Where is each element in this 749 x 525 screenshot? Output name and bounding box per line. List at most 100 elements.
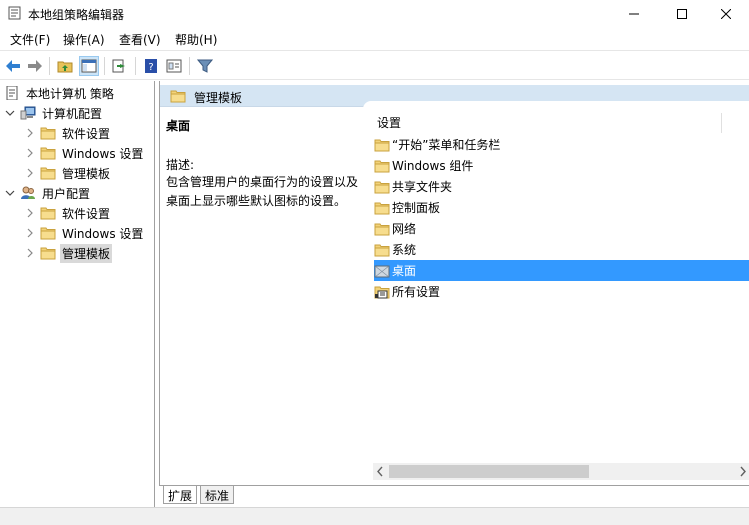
description-text-line-1: 包含管理用户的桌面行为的设置以及 <box>166 175 359 189</box>
tab-standard[interactable]: 标准 <box>200 486 235 504</box>
tree-node-uc-admin-templates[interactable]: 管理模板 <box>24 243 113 263</box>
list-item-windows-components[interactable]: Windows 组件 <box>374 155 749 176</box>
tree-node-cc-admin-templates[interactable]: 管理模板 <box>24 163 112 183</box>
tree-node-uc-software-settings[interactable]: 软件设置 <box>24 203 112 223</box>
properties-button[interactable] <box>164 56 184 76</box>
tree-node-cc-windows-settings[interactable]: Windows 设置 <box>24 143 145 163</box>
tree-label: 软件设置 <box>62 206 111 221</box>
minimize-button[interactable] <box>611 0 657 28</box>
list-item-all-settings[interactable]: 所有设置 <box>374 281 749 302</box>
view-tabs: 扩展 标准 <box>159 485 749 507</box>
status-bar <box>0 507 749 525</box>
chevron-down-icon[interactable] <box>4 107 16 119</box>
toolbar-separator <box>135 57 136 75</box>
list-item-network[interactable]: 网络 <box>374 218 749 239</box>
scroll-left-icon[interactable] <box>376 466 384 477</box>
tree-label: Windows 设置 <box>62 146 144 161</box>
description-title: 桌面 <box>166 119 191 133</box>
tree-node-computer-config[interactable]: 计算机配置 <box>4 103 104 123</box>
folder-icon <box>374 159 390 173</box>
show-hide-console-tree-button[interactable] <box>79 56 99 76</box>
list-item-label: Windows 组件 <box>392 159 474 173</box>
details-pane: 管理模板 桌面 描述: 包含管理用户的桌面行为的设置以及 桌面上显示哪些默认图标… <box>159 81 749 485</box>
chevron-right-icon[interactable] <box>24 147 36 159</box>
chevron-right-icon[interactable] <box>24 247 36 259</box>
list-item-label: 共享文件夹 <box>392 180 453 194</box>
back-arrow-icon <box>6 60 20 72</box>
help-icon: ? <box>145 59 157 73</box>
computer-icon <box>20 106 36 120</box>
list-item-start-menu[interactable]: “开始”菜单和任务栏 <box>374 134 749 155</box>
forward-button[interactable] <box>25 56 45 76</box>
folder-icon <box>374 180 390 194</box>
forward-arrow-icon <box>28 60 42 72</box>
window-title: 本地组策略编辑器 <box>28 8 125 22</box>
tree-label: 计算机配置 <box>42 106 103 121</box>
scroll-right-icon[interactable] <box>739 466 747 477</box>
tree-label: 管理模板 <box>62 166 111 181</box>
tree-node-uc-windows-settings[interactable]: Windows 设置 <box>24 223 145 243</box>
column-header-setting[interactable]: 设置 <box>377 114 401 131</box>
list-item-label: “开始”菜单和任务栏 <box>392 138 501 152</box>
description-panel: 桌面 描述: 包含管理用户的桌面行为的设置以及 桌面上显示哪些默认图标的设置。 <box>166 117 362 211</box>
settings-list: 设置 “开始”菜单和任务栏 Windows 组件 共享文件夹 控制面板 网络 系… <box>363 101 749 485</box>
menu-file[interactable]: 文件(F) <box>8 31 52 48</box>
filter-button[interactable] <box>195 56 215 76</box>
chevron-down-icon[interactable] <box>4 187 16 199</box>
list-item-system[interactable]: 系统 <box>374 239 749 260</box>
description-text-line-2: 桌面上显示哪些默认图标的设置。 <box>166 194 347 208</box>
folder-icon <box>374 243 390 257</box>
tree-label: 软件设置 <box>62 126 111 141</box>
users-icon <box>20 186 36 200</box>
menu-bar: 文件(F) 操作(A) 查看(V) 帮助(H) <box>0 28 749 50</box>
list-item-desktop[interactable]: 桌面 <box>374 260 749 281</box>
folder-selected-icon <box>374 264 390 278</box>
export-list-button[interactable] <box>110 56 130 76</box>
list-item-label: 桌面 <box>392 264 417 278</box>
export-list-icon <box>112 59 125 73</box>
list-item-shared-folders[interactable]: 共享文件夹 <box>374 176 749 197</box>
menu-view[interactable]: 查看(V) <box>117 31 163 48</box>
list-item-label: 控制面板 <box>392 201 441 215</box>
folder-icon <box>374 138 390 152</box>
column-divider[interactable] <box>721 113 722 133</box>
tree-node-cc-software-settings[interactable]: 软件设置 <box>24 123 112 143</box>
tree-label: 本地计算机 策略 <box>26 86 114 101</box>
folder-icon <box>170 90 186 103</box>
menu-action[interactable]: 操作(A) <box>61 31 107 48</box>
tree-node-user-config[interactable]: 用户配置 <box>4 183 92 203</box>
toolbar-separator <box>104 57 105 75</box>
policy-editor-icon <box>8 6 21 20</box>
help-button[interactable]: ? <box>141 56 161 76</box>
up-level-button[interactable] <box>55 56 75 76</box>
toolbar-separator <box>49 57 50 75</box>
folder-icon <box>374 201 390 215</box>
console-tree-icon <box>81 59 97 73</box>
menu-help[interactable]: 帮助(H) <box>173 31 219 48</box>
maximize-button[interactable] <box>659 0 705 28</box>
close-icon <box>721 9 731 19</box>
tab-extended[interactable]: 扩展 <box>163 486 198 504</box>
close-button[interactable] <box>703 0 749 28</box>
chevron-right-icon[interactable] <box>24 167 36 179</box>
folder-icon <box>40 206 56 220</box>
chevron-right-icon[interactable] <box>24 127 36 139</box>
maximize-icon <box>677 9 687 19</box>
title-bar: 本地组策略编辑器 <box>0 0 749 28</box>
console-tree: 本地计算机 策略 计算机配置 软件设置 Windows 设置 管理模板 用户配置… <box>0 81 155 507</box>
list-item-control-panel[interactable]: 控制面板 <box>374 197 749 218</box>
folder-icon <box>374 222 390 236</box>
tree-label: 管理模板 <box>60 243 113 263</box>
scrollbar-thumb[interactable] <box>389 465 589 478</box>
policy-doc-icon <box>4 86 20 100</box>
folder-icon <box>40 166 56 180</box>
toolbar-separator <box>189 57 190 75</box>
tree-node-local-policy[interactable]: 本地计算机 策略 <box>4 83 116 103</box>
back-button[interactable] <box>3 56 23 76</box>
details-header-title: 管理模板 <box>194 91 243 105</box>
chevron-right-icon[interactable] <box>24 227 36 239</box>
horizontal-scrollbar[interactable] <box>373 463 749 480</box>
folder-icon <box>40 146 56 160</box>
filter-icon <box>197 59 213 73</box>
chevron-right-icon[interactable] <box>24 207 36 219</box>
